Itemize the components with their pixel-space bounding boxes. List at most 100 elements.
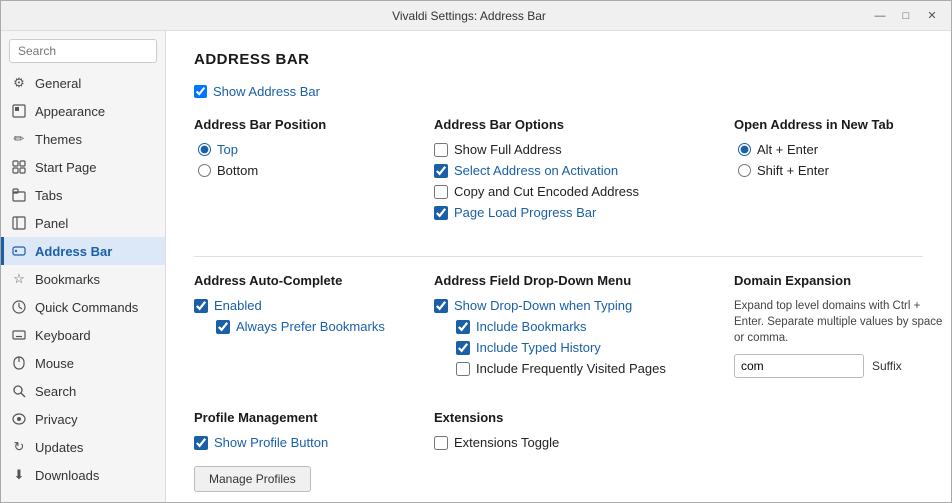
sidebar-item-keyboard[interactable]: Keyboard [1, 321, 165, 349]
sidebar-item-label: Panel [35, 216, 68, 231]
extensions-toggle-item: Extensions Toggle [434, 435, 714, 450]
page-load-checkbox[interactable] [434, 206, 448, 220]
main-layout: ⚙ General Appearance ✏ Themes Start Page [1, 31, 951, 502]
position-top-radio[interactable] [198, 143, 211, 156]
quick-commands-icon [11, 299, 27, 315]
page-load-item: Page Load Progress Bar [434, 205, 714, 220]
autocomplete-section: Address Auto-Complete Enabled Always Pre… [194, 273, 414, 382]
sidebar-item-appearance[interactable]: Appearance [1, 97, 165, 125]
show-profile-button-checkbox[interactable] [194, 436, 208, 450]
sidebar-item-label: Bookmarks [35, 272, 100, 287]
page-title: ADDRESS BAR [194, 51, 923, 68]
autocomplete-title: Address Auto-Complete [194, 273, 414, 288]
sidebar-item-tabs[interactable]: Tabs [1, 181, 165, 209]
prefer-bookmarks-label[interactable]: Always Prefer Bookmarks [236, 319, 385, 334]
suffix-input[interactable] [734, 354, 864, 378]
enabled-checkbox[interactable] [194, 299, 208, 313]
sidebar-item-label: Updates [35, 440, 83, 455]
manage-profiles-button[interactable]: Manage Profiles [194, 466, 311, 492]
include-typed-item: Include Typed History [456, 340, 714, 355]
profile-management-title: Profile Management [194, 410, 414, 425]
position-radio-group: Top Bottom [194, 142, 414, 178]
include-visited-label[interactable]: Include Frequently Visited Pages [476, 361, 666, 376]
copy-cut-item: Copy and Cut Encoded Address [434, 184, 714, 199]
select-address-item: Select Address on Activation [434, 163, 714, 178]
bottom-sections-grid: Address Auto-Complete Enabled Always Pre… [194, 273, 923, 402]
suffix-row: Suffix [734, 354, 951, 378]
open-address-title: Open Address in New Tab [734, 117, 951, 132]
tabs-icon [11, 187, 27, 203]
position-bottom-label: Bottom [217, 163, 258, 178]
show-address-bar-row: Show Address Bar [194, 84, 923, 99]
content-area: ADDRESS BAR Show Address Bar Address Bar… [166, 31, 951, 502]
sidebar-item-start-page[interactable]: Start Page [1, 153, 165, 181]
include-typed-label[interactable]: Include Typed History [476, 340, 601, 355]
sidebar-item-label: Downloads [35, 468, 99, 483]
select-address-label[interactable]: Select Address on Activation [454, 163, 618, 178]
select-address-checkbox[interactable] [434, 164, 448, 178]
minimize-button[interactable]: — [869, 7, 891, 25]
alt-enter-radio[interactable] [738, 143, 751, 156]
close-button[interactable]: ✕ [921, 7, 943, 25]
include-typed-checkbox[interactable] [456, 341, 470, 355]
sidebar-item-label: Themes [35, 132, 82, 147]
updates-icon: ↻ [11, 439, 27, 455]
include-visited-checkbox[interactable] [456, 362, 470, 376]
sidebar-item-quick-commands[interactable]: Quick Commands [1, 293, 165, 321]
sidebar: ⚙ General Appearance ✏ Themes Start Page [1, 31, 166, 502]
domain-expansion-section: Domain Expansion Expand top level domain… [734, 273, 951, 382]
copy-cut-checkbox[interactable] [434, 185, 448, 199]
sidebar-item-label: Address Bar [35, 244, 112, 259]
profile-management-section: Profile Management Show Profile Button M… [194, 410, 414, 492]
sidebar-item-updates[interactable]: ↻ Updates [1, 433, 165, 461]
show-address-bar-checkbox[interactable] [194, 85, 207, 98]
sidebar-item-address-bar[interactable]: Address Bar [1, 237, 165, 265]
maximize-button[interactable]: □ [895, 7, 917, 25]
window-title: Vivaldi Settings: Address Bar [69, 9, 869, 23]
show-profile-button-label[interactable]: Show Profile Button [214, 435, 328, 450]
sidebar-item-label: Privacy [35, 412, 78, 427]
sidebar-item-label: Quick Commands [35, 300, 138, 315]
sidebar-item-panel[interactable]: Panel [1, 209, 165, 237]
position-bottom-radio[interactable] [198, 164, 211, 177]
position-top-option[interactable]: Top [198, 142, 414, 157]
sidebar-item-downloads[interactable]: ⬇ Downloads [1, 461, 165, 489]
extensions-toggle-checkbox[interactable] [434, 436, 448, 450]
sidebar-item-mouse[interactable]: Mouse [1, 349, 165, 377]
prefer-bookmarks-checkbox[interactable] [216, 320, 230, 334]
copy-cut-label[interactable]: Copy and Cut Encoded Address [454, 184, 639, 199]
sidebar-item-label: Keyboard [35, 328, 91, 343]
show-address-bar-label[interactable]: Show Address Bar [213, 84, 320, 99]
show-full-address-checkbox[interactable] [434, 143, 448, 157]
sidebar-item-bookmarks[interactable]: ☆ Bookmarks [1, 265, 165, 293]
shift-enter-label: Shift + Enter [757, 163, 829, 178]
extensions-toggle-label[interactable]: Extensions Toggle [454, 435, 559, 450]
show-dropdown-checkbox[interactable] [434, 299, 448, 313]
include-visited-item: Include Frequently Visited Pages [456, 361, 714, 376]
sidebar-item-privacy[interactable]: Privacy [1, 405, 165, 433]
page-load-label[interactable]: Page Load Progress Bar [454, 205, 596, 220]
privacy-icon [11, 411, 27, 427]
shift-enter-radio[interactable] [738, 164, 751, 177]
enabled-label[interactable]: Enabled [214, 298, 262, 313]
sidebar-search-input[interactable] [9, 39, 157, 63]
position-bottom-option[interactable]: Bottom [198, 163, 414, 178]
show-full-address-label[interactable]: Show Full Address [454, 142, 562, 157]
divider [194, 256, 923, 257]
sidebar-item-label: Search [35, 384, 76, 399]
sidebar-item-themes[interactable]: ✏ Themes [1, 125, 165, 153]
show-profile-button-item: Show Profile Button [194, 435, 414, 450]
address-bar-position-section: Address Bar Position Top Bottom [194, 117, 414, 226]
suffix-label: Suffix [872, 359, 902, 373]
alt-enter-option[interactable]: Alt + Enter [738, 142, 951, 157]
extensions-section: Extensions Extensions Toggle [434, 410, 714, 492]
show-dropdown-label[interactable]: Show Drop-Down when Typing [454, 298, 632, 313]
domain-expansion-description: Expand top level domains with Ctrl + Ent… [734, 298, 944, 346]
sidebar-search-box[interactable] [9, 39, 157, 63]
window-controls: — □ ✕ [869, 7, 943, 25]
include-bookmarks-checkbox[interactable] [456, 320, 470, 334]
sidebar-item-general[interactable]: ⚙ General [1, 69, 165, 97]
include-bookmarks-label[interactable]: Include Bookmarks [476, 319, 587, 334]
sidebar-item-search[interactable]: Search [1, 377, 165, 405]
shift-enter-option[interactable]: Shift + Enter [738, 163, 951, 178]
